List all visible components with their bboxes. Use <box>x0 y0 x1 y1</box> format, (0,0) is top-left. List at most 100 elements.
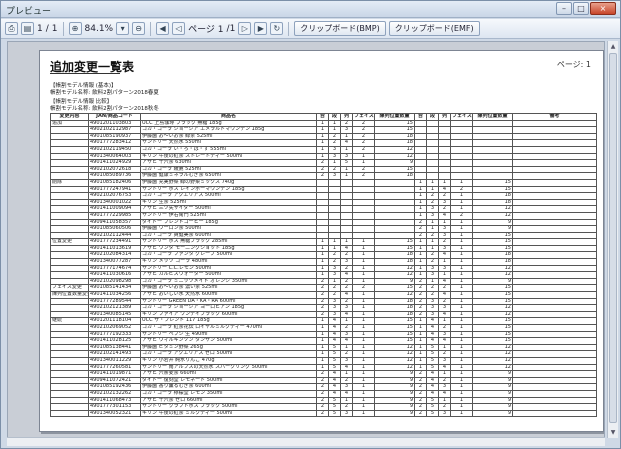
table-cell <box>50 403 89 411</box>
table-cell: 1 <box>328 159 341 167</box>
zoom-in-icon[interactable]: ⊕ <box>68 22 82 35</box>
print-icon[interactable]: ⎙ <box>5 22 18 35</box>
prev-page-icon[interactable]: ◁ <box>172 22 186 35</box>
table-cell: 4901777234491 <box>88 238 141 246</box>
table-cell: 4901411013619 <box>88 244 141 253</box>
clipboard-emf-button[interactable]: クリップボード(EMF) <box>388 21 480 36</box>
table-row: 4909411058357 ダイドー ブレンドコーヒー 185g 2 1 1 1 9 <box>50 218 597 227</box>
maximize-button[interactable]: □ <box>573 2 589 15</box>
table-cell: 1 <box>450 356 473 365</box>
zoom-dropdown-icon[interactable]: ▾ <box>116 22 130 35</box>
table-cell: 1 <box>340 238 353 246</box>
table-cell: 4 <box>426 324 439 332</box>
horizontal-scrollbar[interactable] <box>7 437 605 446</box>
clipboard-bmp-button[interactable]: クリップボード(BMP) <box>294 21 386 36</box>
table-cell: 9 <box>472 403 513 411</box>
table-cell: 12 <box>472 205 513 213</box>
table-cell: 3 <box>340 330 353 339</box>
table-row: 4901411009094 アサヒ 三ツ矢サイダー 500ml 1 3 2 1 12 <box>50 205 597 213</box>
table-cell: 継続 <box>50 317 89 325</box>
table-cell <box>414 159 427 167</box>
table-cell <box>450 132 473 141</box>
scroll-down-icon[interactable]: ▼ <box>609 428 617 437</box>
table-cell: 4901411068473 <box>88 396 141 405</box>
table-cell <box>50 185 89 194</box>
table-cell: 1 <box>450 258 473 266</box>
preview-window: プレビュー – □ × ⎙ ▤ 1 / 1 ⊕ 84.1% ▾ ⊖ ◀ ◁ ペー… <box>0 0 621 449</box>
table-cell: 伊藤園 充実野菜 緑の野菜ミックス 740g <box>140 178 317 187</box>
table-cell: 1 <box>438 178 451 187</box>
table-cell: 1 <box>414 198 427 207</box>
table-cell: 1 <box>438 258 451 266</box>
close-button[interactable]: × <box>590 2 616 15</box>
table-cell: 15 <box>472 238 513 246</box>
next-page-icon[interactable]: ▷ <box>238 22 252 35</box>
table-cell: UCC ザ・ブレンド 117 185g <box>140 317 317 325</box>
table-cell: 2 <box>352 139 375 147</box>
table-cell: 15 <box>472 185 513 194</box>
table-cell: 2 <box>414 218 427 227</box>
table-cell: 2 <box>328 139 341 147</box>
column-header: 備考 <box>512 113 597 121</box>
table-row: 4901411024929 アサヒ 十六茶 630ml 2 1 5 1 9 <box>50 159 597 167</box>
scroll-thumb[interactable] <box>609 53 617 423</box>
table-row: 4901777174674 サントリー C.C.レモン 500ml 1 3 2 1 12 1 3… <box>50 264 597 273</box>
table-cell: 1 <box>438 396 451 405</box>
table-cell: 2 <box>328 132 341 141</box>
table-cell: 4 <box>340 271 353 279</box>
scroll-up-icon[interactable]: ▲ <box>609 42 617 51</box>
vertical-scrollbar[interactable]: ▲ ▼ <box>607 41 618 438</box>
table-cell: 2 <box>316 310 329 319</box>
table-cell <box>328 192 341 200</box>
minimize-button[interactable]: – <box>556 2 572 15</box>
table-cell: 4902102076753 <box>88 192 141 200</box>
report-page: 追加変更一覧表 ページ: 1 【帳割モデル情報 (基本)】 帳割モデル名称: 飲… <box>39 50 604 432</box>
table-cell: 2 <box>414 277 427 286</box>
table-cell: 4 <box>438 251 451 260</box>
table-row: 4901085138441 伊藤園 ビタミン野菜 265g 1 5 1 1 12 1 5 1 1 12 <box>50 343 597 352</box>
toolbar-separator <box>150 21 152 36</box>
table-cell: 9 <box>374 383 415 391</box>
table-cell: 1 <box>450 297 473 306</box>
table-row: 4902102132262 コカ・コーラ 檸檬堂 レモン 350ml 2 4 4 1 9 2 4… <box>50 389 597 398</box>
table-row: 4901411028125 アサヒ ウィルキンソン タンサン 500ml 1 4 4 1 1… <box>50 337 597 345</box>
table-cell: 伊藤園 香り薫るむぎ茶 600ml <box>140 383 317 391</box>
zoom-out-icon[interactable]: ⊖ <box>132 22 146 35</box>
table-cell: 5 <box>426 350 439 358</box>
table-cell <box>450 152 473 161</box>
table-cell: 4901085182406 <box>88 178 141 187</box>
table-cell: 4901085089736 <box>88 172 141 180</box>
table-cell: 3 <box>438 356 451 365</box>
table-cell: 1 <box>328 126 341 134</box>
table-row: フェイス変更 4901085141434 伊藤園 お～いお茶 濃い茶 525ml 2 2… <box>50 284 597 293</box>
table-cell: 1 <box>414 178 427 187</box>
table-cell: 伊藤園 健康ミネラルむぎ茶 650ml <box>140 172 317 180</box>
page-setup-icon[interactable]: ▤ <box>21 22 34 35</box>
table-cell: キリン メッツ コーラ 480ml <box>140 258 317 266</box>
table-cell <box>512 363 597 372</box>
table-cell: 伊藤園 お～いお茶 濃い茶 525ml <box>140 284 317 293</box>
table-cell: 2 <box>414 403 427 411</box>
table-cell: 18 <box>374 251 415 260</box>
table-cell: 4901777174674 <box>88 264 141 273</box>
table-cell: 4901340052321 <box>88 409 141 418</box>
table-cell <box>340 205 353 213</box>
table-cell: 15 <box>472 178 513 187</box>
table-cell <box>50 258 89 266</box>
table-cell: 4 <box>340 337 353 345</box>
table-cell: 4 <box>328 317 341 325</box>
refresh-icon[interactable]: ↻ <box>270 22 284 35</box>
table-cell: 4 <box>426 370 439 378</box>
table-cell: コカ・コーラ ジョージア ヨーロピアン 185g <box>140 304 317 312</box>
first-page-icon[interactable]: ◀ <box>156 22 170 35</box>
table-cell: コカ・コーラ 紅茶花伝 ロイヤルミルクティー 470ml <box>140 324 317 332</box>
table-cell <box>50 145 89 154</box>
table-cell <box>328 211 341 220</box>
table-cell <box>472 159 513 167</box>
last-page-icon[interactable]: ▶ <box>254 22 268 35</box>
table-cell: 9 <box>472 277 513 286</box>
table-cell: 4 <box>340 291 353 299</box>
table-cell: コカ・コーラ ミニッツメイド オレンジ 350ml <box>140 277 317 286</box>
table-cell <box>50 297 89 306</box>
table-cell <box>512 145 597 154</box>
